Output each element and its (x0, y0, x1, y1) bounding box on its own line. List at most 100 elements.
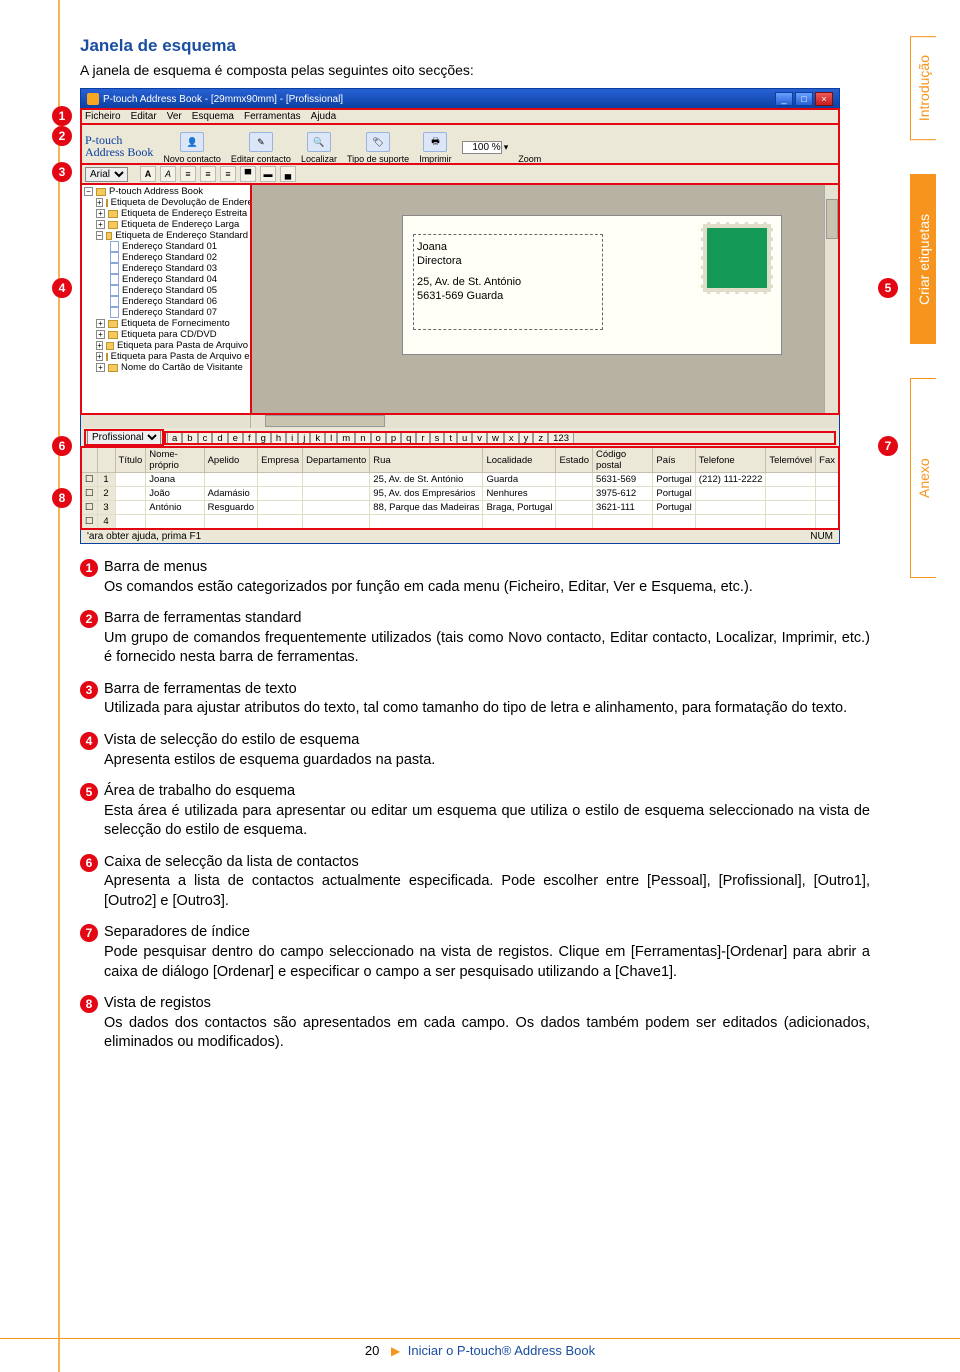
col-header[interactable]: Departamento (303, 448, 370, 473)
tree-hscroll[interactable] (81, 414, 251, 428)
col-header[interactable]: Estado (556, 448, 593, 473)
tb-imprimir[interactable]: 🖶Imprimir (419, 132, 452, 164)
bold-button[interactable]: A (140, 166, 156, 182)
layout-canvas[interactable]: Joana Directora 25, Av. de St. António 5… (251, 184, 839, 414)
table-row[interactable]: ☐4 (82, 515, 839, 529)
align-center-button[interactable]: ≡ (200, 166, 216, 182)
scroll-thumb[interactable] (265, 415, 385, 427)
index-tab-o[interactable]: o (371, 432, 386, 444)
index-tab-x[interactable]: x (504, 432, 519, 444)
index-tab-u[interactable]: u (457, 432, 472, 444)
footer-link[interactable]: Iniciar o P-touch® Address Book (408, 1343, 595, 1358)
tree-item[interactable]: Etiqueta de Endereço Standard (115, 230, 248, 241)
stamp-placeholder[interactable] (705, 226, 769, 290)
contact-list-select[interactable]: Profissional (85, 430, 163, 445)
menu-ver[interactable]: Ver (167, 111, 182, 122)
collapse-icon[interactable]: − (84, 187, 93, 196)
expand-icon[interactable]: + (96, 363, 105, 372)
tb-tipo-suporte[interactable]: 🏷Tipo de suporte (347, 132, 409, 164)
tree-item[interactable]: Etiqueta para Pasta de Arquivo (117, 340, 248, 351)
tree-item[interactable]: Nome do Cartão de Visitante (121, 362, 243, 373)
index-tab-e[interactable]: e (228, 432, 243, 444)
tree-item[interactable]: Etiqueta de Devolução de Endereço (111, 197, 251, 208)
expand-icon[interactable]: + (96, 330, 105, 339)
align-right-button[interactable]: ≡ (220, 166, 236, 182)
index-tab-d[interactable]: d (212, 432, 227, 444)
tb-editar-contacto[interactable]: ✎Editar contacto (231, 132, 291, 164)
close-button[interactable]: × (815, 92, 833, 106)
index-tab-p[interactable]: p (386, 432, 401, 444)
index-tab-k[interactable]: k (310, 432, 325, 444)
italic-button[interactable]: A (160, 166, 176, 182)
tb-zoom[interactable]: ▾ (462, 141, 509, 164)
tree-leaf[interactable]: Endereço Standard 01 (122, 241, 217, 252)
tree-item[interactable]: Etiqueta para Pasta de Arquivo em (111, 351, 251, 362)
index-tab-f[interactable]: f (243, 432, 256, 444)
table-row[interactable]: ☐3AntónioResguardo88, Parque das Madeira… (82, 501, 839, 515)
maximize-button[interactable]: □ (795, 92, 813, 106)
index-tab-w[interactable]: w (487, 432, 504, 444)
zoom-input[interactable] (462, 141, 502, 154)
col-header[interactable]: Telefone (695, 448, 766, 473)
index-tab-r[interactable]: r (416, 432, 429, 444)
tree-leaf[interactable]: Endereço Standard 06 (122, 296, 217, 307)
index-tab-j[interactable]: j (298, 432, 310, 444)
minimize-button[interactable]: _ (775, 92, 793, 106)
vertical-scrollbar[interactable] (824, 185, 838, 413)
align-left-button[interactable]: ≡ (180, 166, 196, 182)
expand-icon[interactable]: + (96, 198, 103, 207)
menu-ajuda[interactable]: Ajuda (311, 111, 337, 122)
menu-editar[interactable]: Editar (131, 111, 157, 122)
col-header[interactable]: Telemóvel (766, 448, 816, 473)
index-tab-n[interactable]: n (355, 432, 370, 444)
tree-item[interactable]: Etiqueta para CD/DVD (121, 329, 217, 340)
tb-localizar[interactable]: 🔍Localizar (301, 132, 337, 164)
font-select[interactable]: Arial (85, 167, 128, 182)
index-tab-a[interactable]: a (167, 432, 182, 444)
label-preview[interactable]: Joana Directora 25, Av. de St. António 5… (402, 215, 782, 355)
expand-icon[interactable]: + (96, 352, 103, 361)
index-tab-l[interactable]: l (325, 432, 337, 444)
index-tab-m[interactable]: m (337, 432, 355, 444)
style-tree[interactable]: −P-touch Address Book +Etiqueta de Devol… (81, 184, 251, 414)
col-header[interactable]: Título (115, 448, 146, 473)
table-row[interactable]: ☐1Joana25, Av. de St. AntónioGuarda5631-… (82, 473, 839, 487)
index-tab-h[interactable]: h (271, 432, 286, 444)
index-tab-123[interactable]: 123 (548, 432, 574, 444)
col-header[interactable]: Nome-próprio (146, 448, 204, 473)
col-header[interactable]: Código postal (593, 448, 653, 473)
tree-item[interactable]: Etiqueta de Endereço Estreita (121, 208, 247, 219)
collapse-icon[interactable]: − (96, 231, 103, 240)
index-tab-g[interactable]: g (256, 432, 271, 444)
index-tab-v[interactable]: v (472, 432, 487, 444)
tree-item[interactable]: Etiqueta de Fornecimento (121, 318, 230, 329)
col-header[interactable]: Apelido (204, 448, 257, 473)
vt-mid-button[interactable]: ▬ (260, 166, 276, 182)
tree-leaf[interactable]: Endereço Standard 03 (122, 263, 217, 274)
menu-ferramentas[interactable]: Ferramentas (244, 111, 301, 122)
expand-icon[interactable]: + (96, 209, 105, 218)
vt-bot-button[interactable]: ▄ (280, 166, 296, 182)
index-tab-q[interactable]: q (401, 432, 416, 444)
index-tab-c[interactable]: c (198, 432, 213, 444)
tree-leaf[interactable]: Endereço Standard 04 (122, 274, 217, 285)
index-tab-s[interactable]: s (430, 432, 445, 444)
vt-top-button[interactable]: ▀ (240, 166, 256, 182)
col-header[interactable]: Empresa (258, 448, 303, 473)
col-header[interactable]: Fax (816, 448, 839, 473)
index-tab-y[interactable]: y (519, 432, 534, 444)
tree-item[interactable]: Etiqueta de Endereço Larga (121, 219, 239, 230)
expand-icon[interactable]: + (96, 220, 105, 229)
index-tab-t[interactable]: t (444, 432, 457, 444)
expand-icon[interactable]: + (96, 319, 105, 328)
menu-esquema[interactable]: Esquema (192, 111, 234, 122)
tree-leaf[interactable]: Endereço Standard 05 (122, 285, 217, 296)
table-row[interactable]: ☐2JoãoAdamásio95, Av. dos EmpresáriosNen… (82, 487, 839, 501)
index-tab-b[interactable]: b (182, 432, 197, 444)
canvas-hscroll[interactable] (251, 414, 839, 428)
tree-leaf[interactable]: Endereço Standard 02 (122, 252, 217, 263)
col-header[interactable]: Localidade (483, 448, 556, 473)
contact-list-dropdown[interactable]: Profissional (87, 430, 161, 445)
index-tab-z[interactable]: z (533, 432, 548, 444)
col-header[interactable]: País (653, 448, 695, 473)
